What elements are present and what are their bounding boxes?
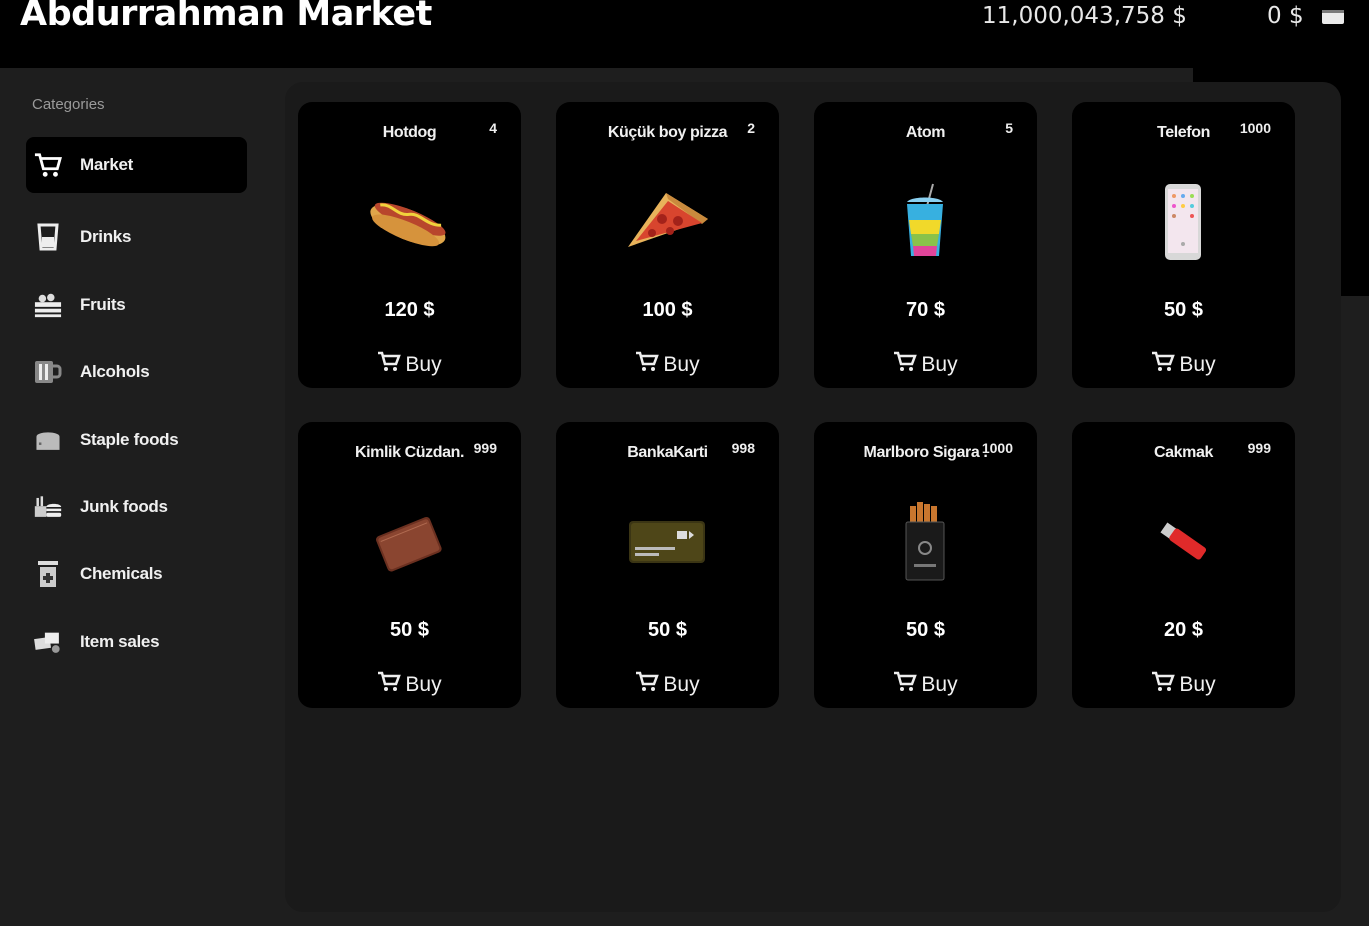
product-price: 50 $ (648, 619, 687, 641)
cart-icon (635, 351, 660, 379)
product-stock: 998 (731, 440, 755, 456)
product-price: 50 $ (390, 619, 429, 641)
product-stock: 1000 (981, 440, 1013, 456)
product-stock: 5 (1005, 120, 1013, 136)
product-name: Küçük boy pizza (607, 124, 728, 141)
sidebar-item-label: Item sales (80, 632, 160, 651)
categories-heading: Categories (32, 96, 105, 113)
buy-button[interactable]: Buy (814, 670, 1037, 700)
buy-label: Buy (663, 673, 700, 696)
wallet-item-icon (359, 500, 459, 584)
sidebar-item-label: Fruits (80, 295, 126, 314)
product-card-atom: Atom 5 70 $ Buy (814, 102, 1037, 388)
product-card-bankakarti: BankaKarti 998 50 $ Buy (556, 422, 779, 708)
buy-label: Buy (663, 353, 700, 376)
product-card-hotdog: Hotdog 4 120 $ Buy (298, 102, 521, 388)
phone-icon (1133, 180, 1233, 264)
sidebar-item-label: Alcohols (80, 362, 150, 381)
chemical-bottle-icon (34, 560, 62, 588)
burger-icon (34, 493, 62, 521)
sidebar-item-junk-foods[interactable]: Junk foods (26, 479, 247, 535)
product-card-cakmak: Cakmak 999 20 $ Buy (1072, 422, 1295, 708)
cart-icon (34, 151, 62, 179)
cart-icon (893, 671, 918, 699)
sidebar-item-label: Junk foods (80, 497, 168, 516)
product-stock: 999 (1247, 440, 1271, 456)
sidebar-item-label: Staple foods (80, 430, 179, 449)
product-card-pizza: Küçük boy pizza 2 100 $ Buy (556, 102, 779, 388)
sidebar-item-alcohols[interactable]: Alcohols (26, 344, 247, 400)
product-grid: Hotdog 4 120 $ Buy Küçük boy pizza 2 100… (285, 82, 1341, 912)
buy-label: Buy (1179, 353, 1216, 376)
product-stock: 4 (489, 120, 497, 136)
sidebar-item-market[interactable]: Market (26, 137, 247, 193)
buy-label: Buy (921, 353, 958, 376)
bank-balance: 11,000,043,758 $ (982, 3, 1187, 29)
product-stock: 2 (747, 120, 755, 136)
product-price: 50 $ (906, 619, 945, 641)
cart-icon (377, 671, 402, 699)
sidebar-item-item-sales[interactable]: Item sales (26, 614, 247, 670)
slush-drink-icon (875, 180, 975, 264)
buy-label: Buy (921, 673, 958, 696)
sidebar-item-label: Drinks (80, 227, 132, 246)
sidebar-item-drinks[interactable]: Drinks (26, 209, 247, 265)
product-name: Atom (905, 124, 946, 141)
item-sales-icon (34, 628, 62, 656)
product-name: Hotdog (382, 124, 437, 141)
cart-icon (377, 351, 402, 379)
product-card-kimlik-cuzdan: Kimlik Cüzdan. 999 50 $ Buy (298, 422, 521, 708)
cart-icon (893, 351, 918, 379)
cart-icon (635, 671, 660, 699)
product-price: 120 $ (384, 299, 435, 321)
cash-balance: 0 $ (1267, 3, 1304, 29)
beer-icon (34, 358, 62, 386)
cart-icon (1151, 351, 1176, 379)
buy-button[interactable]: Buy (1072, 350, 1295, 380)
hotdog-icon (359, 180, 459, 264)
sidebar-item-fruits[interactable]: Fruits (26, 277, 247, 333)
wallet-icon (1322, 10, 1344, 24)
sidebar-item-staple-foods[interactable]: Staple foods (26, 412, 247, 468)
app-title: Abdurrahman Market (20, 0, 432, 34)
buy-label: Buy (405, 673, 442, 696)
category-sidebar: Categories Market Drinks Fruits Alcohols… (0, 68, 270, 926)
buy-button[interactable]: Buy (814, 350, 1037, 380)
bread-icon (34, 426, 62, 454)
sidebar-item-label: Chemicals (80, 564, 163, 583)
cigarette-pack-icon (875, 500, 975, 584)
sidebar-item-label: Market (80, 155, 134, 174)
product-price: 100 $ (642, 299, 693, 321)
buy-button[interactable]: Buy (1072, 670, 1295, 700)
cup-icon (34, 223, 62, 251)
buy-button[interactable]: Buy (556, 670, 779, 700)
buy-button[interactable]: Buy (298, 350, 521, 380)
buy-label: Buy (405, 353, 442, 376)
product-price: 20 $ (1164, 619, 1203, 641)
product-card-marlboro-sigara: Marlboro Sigara . 1000 50 $ Buy (814, 422, 1037, 708)
cart-icon (1151, 671, 1176, 699)
product-price: 50 $ (1164, 299, 1203, 321)
product-price: 70 $ (906, 299, 945, 321)
product-stock: 999 (473, 440, 497, 456)
lighter-icon (1133, 500, 1233, 584)
buy-button[interactable]: Buy (298, 670, 521, 700)
top-bar: Abdurrahman Market 11,000,043,758 $ 0 $ (0, 0, 1369, 296)
bank-card-icon (617, 500, 717, 584)
buy-label: Buy (1179, 673, 1216, 696)
pizza-icon (617, 180, 717, 264)
sidebar-item-chemicals[interactable]: Chemicals (26, 546, 247, 602)
buy-button[interactable]: Buy (556, 350, 779, 380)
product-card-telefon: Telefon 1000 50 $ Buy (1072, 102, 1295, 388)
product-stock: 1000 (1239, 120, 1271, 136)
fruit-crate-icon (34, 291, 62, 319)
